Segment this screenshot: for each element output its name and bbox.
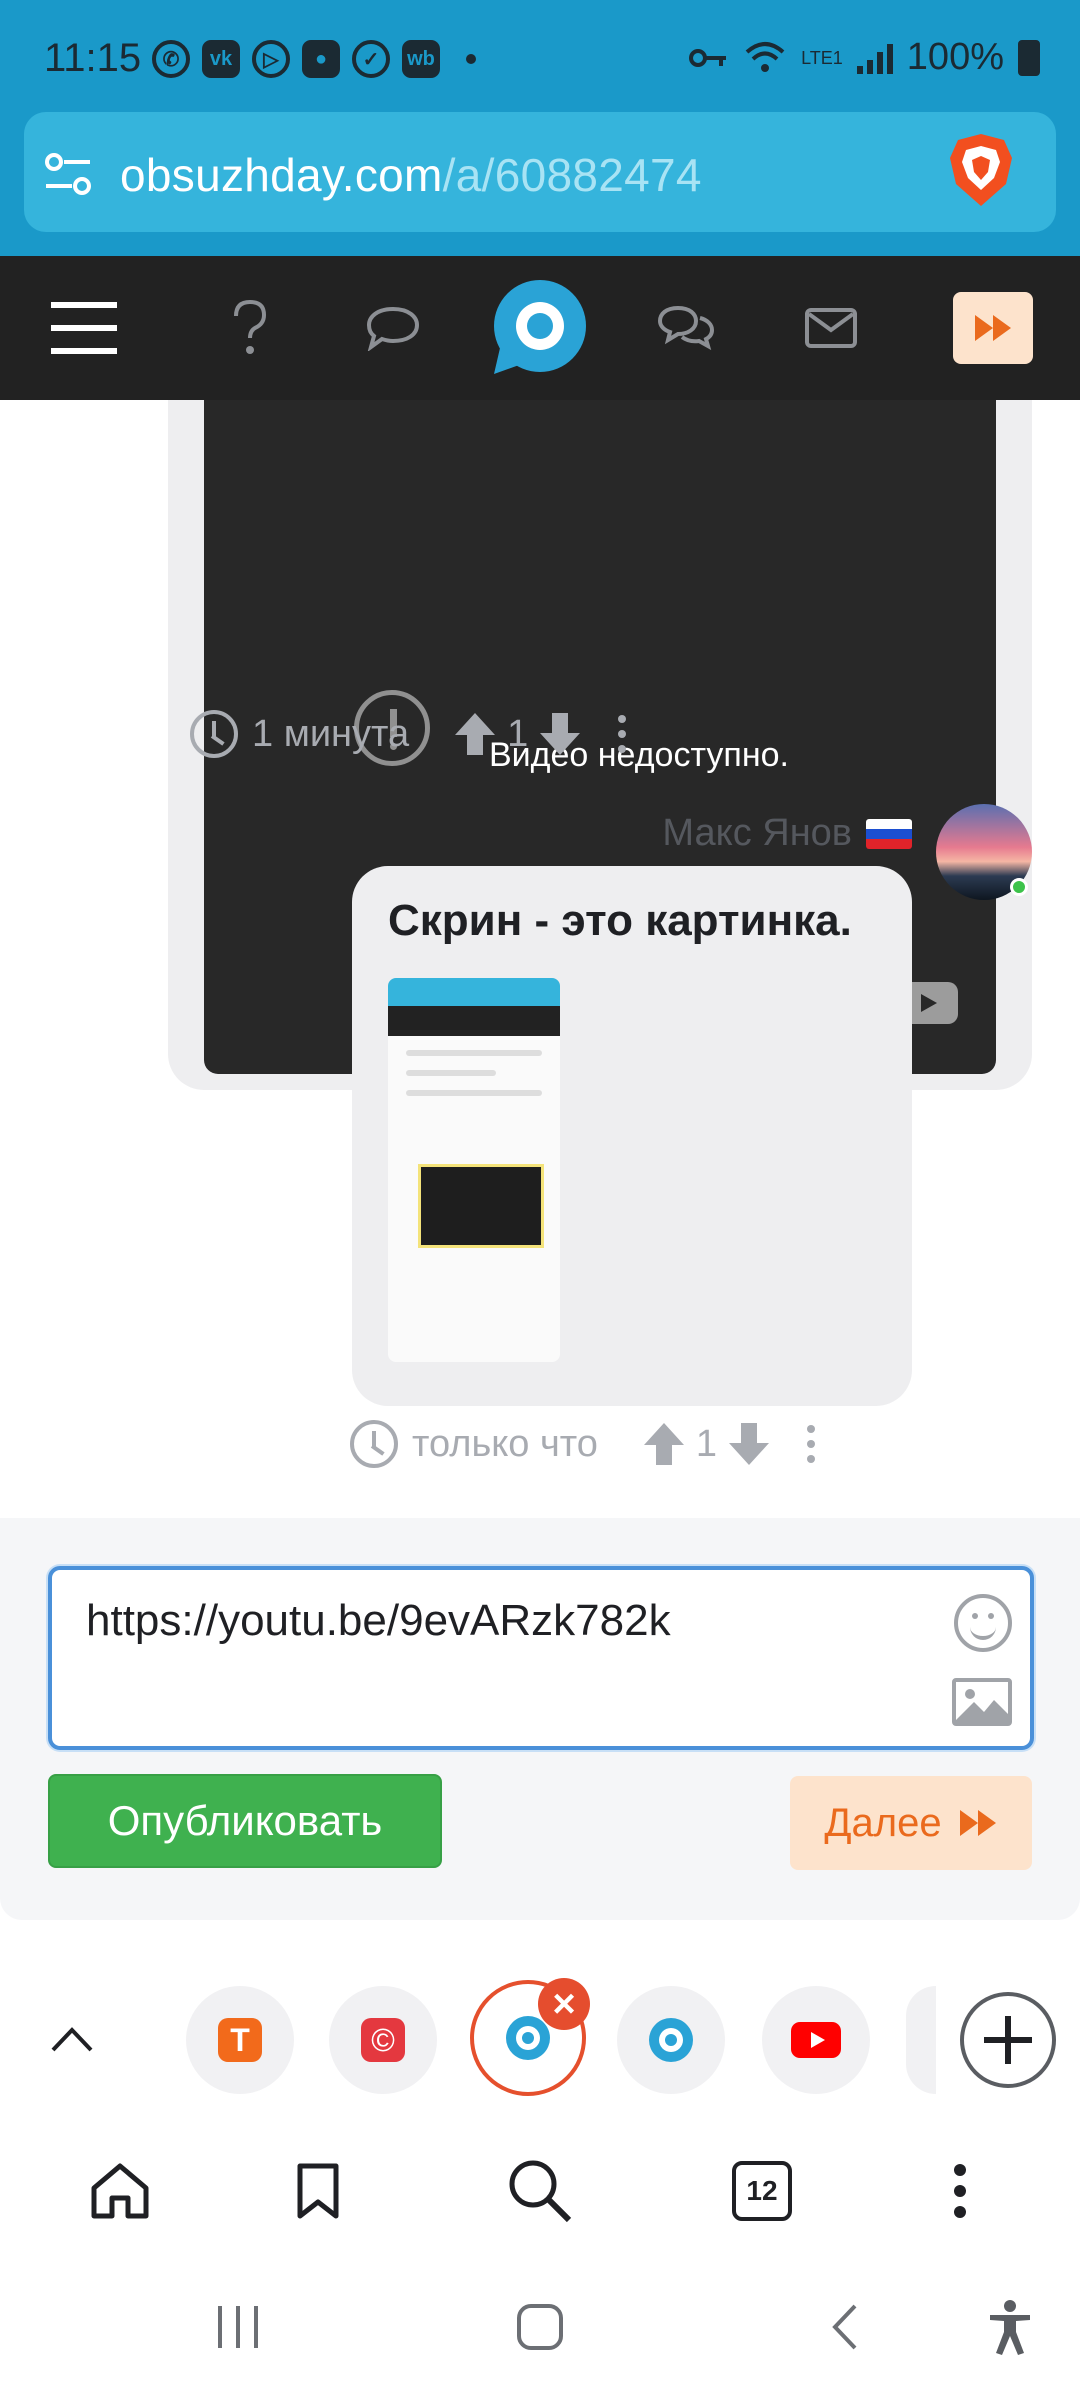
brave-lion-icon[interactable] [946, 132, 1016, 208]
more-notifications-dot [466, 54, 476, 64]
recents-button[interactable] [178, 2254, 298, 2400]
battery-icon [1018, 39, 1040, 76]
tab-copyright-site[interactable]: © [329, 1986, 437, 2094]
system-home-button[interactable] [480, 2254, 600, 2400]
play-icon: ▷ [252, 40, 290, 78]
status-right: LTE1 100% [689, 36, 1040, 79]
check-icon: ✓ [352, 40, 390, 78]
upvote-icon[interactable] [453, 711, 497, 757]
obsuzhday-logo-icon [649, 2018, 693, 2062]
chevron-up-icon[interactable] [40, 2008, 104, 2072]
bookmarks-button[interactable] [258, 2128, 378, 2254]
status-bar: 11:15 ✆ vk ▷ ● ✓ wb LTE1 100% [0, 0, 1080, 110]
home-button[interactable] [60, 2128, 180, 2254]
comment-icon[interactable] [343, 256, 443, 400]
author-name[interactable]: Макс Янов [662, 812, 852, 855]
post1-votes: 1 [507, 712, 529, 755]
post2-more-icon[interactable] [807, 1425, 816, 1463]
back-icon [832, 2304, 857, 2350]
post1-more-icon[interactable] [618, 715, 627, 753]
russia-flag-icon [866, 818, 912, 849]
post2-text: Скрин - это картинка. [388, 896, 852, 945]
comment-input[interactable]: https://youtu.be/9evARzk782k [48, 1566, 1034, 1750]
comment-form: https://youtu.be/9evARzk782k Опубликоват… [0, 1518, 1080, 1920]
battery-percent: 100% [906, 36, 1004, 78]
post2-votes: 1 [695, 1422, 718, 1465]
online-indicator [1010, 878, 1028, 896]
more-vertical-icon [954, 2164, 966, 2218]
site-navbar [0, 256, 1080, 400]
status-time: 11:15 [44, 36, 142, 80]
tab-obsuzhday-2[interactable] [617, 1986, 725, 2094]
emoji-icon[interactable] [954, 1594, 1012, 1652]
fast-forward-icon [959, 1810, 996, 1836]
tab-youtube[interactable] [762, 1986, 870, 2094]
image-upload-icon[interactable] [952, 1678, 1012, 1726]
url-path: /a/60882474 [442, 149, 702, 201]
signal-icon [856, 42, 893, 74]
tab-strip: T © × [0, 1958, 1080, 2128]
bookmark-icon [297, 2163, 339, 2219]
post2-card: Скрин - это картинка. [352, 866, 912, 1406]
home-icon [91, 2163, 149, 2219]
close-tab-icon[interactable]: × [538, 1978, 590, 2030]
chat-icon[interactable] [636, 256, 736, 400]
site-settings-icon[interactable] [44, 152, 92, 196]
tabs-button[interactable]: 12 [702, 2128, 822, 2254]
back-button[interactable] [784, 2254, 904, 2400]
wifi-icon [745, 41, 785, 72]
post2-author[interactable]: Макс Янов [662, 812, 912, 855]
post1-time: 1 минута [252, 712, 410, 755]
downvote-icon[interactable] [727, 1421, 771, 1467]
youtube-logo-icon [791, 2022, 841, 2058]
plus-icon [984, 2016, 1032, 2064]
next-label: Далее [824, 1800, 942, 1845]
notification-icons: ✆ vk ▷ ● ✓ wb [152, 40, 476, 78]
question-icon[interactable] [200, 256, 300, 400]
vk-icon: vk [202, 40, 240, 78]
home-logo-icon[interactable] [486, 256, 594, 400]
wb-icon: wb [402, 40, 440, 78]
url-domain: obsuzhday.com [120, 149, 443, 201]
c-logo-icon: © [361, 2018, 405, 2062]
t-logo-icon: T [218, 2018, 262, 2062]
next-button[interactable]: Далее [790, 1776, 1032, 1870]
comments-feed: Видео недоступно. 1 минута 1 Макс Янов С… [0, 400, 1080, 1520]
fast-forward-button[interactable] [953, 292, 1033, 364]
address-bar[interactable]: obsuzhday.com/a/60882474 [24, 112, 1056, 232]
comment-input-value[interactable]: https://youtu.be/9evARzk782k [86, 1596, 671, 1646]
whatsapp-icon: ✆ [152, 40, 190, 78]
clock-icon [190, 710, 238, 758]
post2-time: только что [412, 1422, 598, 1465]
network-label: LTE1 [801, 47, 843, 68]
browser-menu-button[interactable] [900, 2128, 1020, 2254]
key-icon [689, 48, 727, 67]
publish-button[interactable]: Опубликовать [48, 1774, 442, 1868]
tab-partial[interactable] [906, 1986, 936, 2094]
upvote-icon[interactable] [642, 1421, 686, 1467]
new-tab-button[interactable] [960, 1992, 1056, 2088]
tab-count: 12 [732, 2161, 792, 2221]
system-home-icon [517, 2304, 563, 2350]
url-text[interactable]: obsuzhday.com/a/60882474 [120, 148, 702, 202]
mail-icon[interactable] [781, 256, 881, 400]
accessibility-button[interactable] [950, 2254, 1070, 2400]
recents-icon [218, 2306, 258, 2348]
clock-icon [350, 1420, 398, 1468]
contacts-icon: ● [302, 40, 340, 78]
menu-icon[interactable] [34, 256, 134, 400]
post2-meta: только что 1 [350, 1420, 816, 1468]
post1-meta: 1 минута 1 [190, 710, 627, 758]
accessibility-icon [990, 2300, 1030, 2355]
tab-t-site[interactable]: T [186, 1986, 294, 2094]
downvote-icon[interactable] [538, 711, 582, 757]
search-icon [509, 2160, 572, 2223]
screenshot-thumbnail[interactable] [388, 978, 560, 1362]
browser-address-area: obsuzhday.com/a/60882474 [0, 110, 1080, 256]
system-navigation [0, 2254, 1080, 2400]
search-button[interactable] [480, 2128, 600, 2254]
fast-forward-icon [975, 315, 1011, 341]
browser-toolbar: 12 [0, 2128, 1080, 2254]
